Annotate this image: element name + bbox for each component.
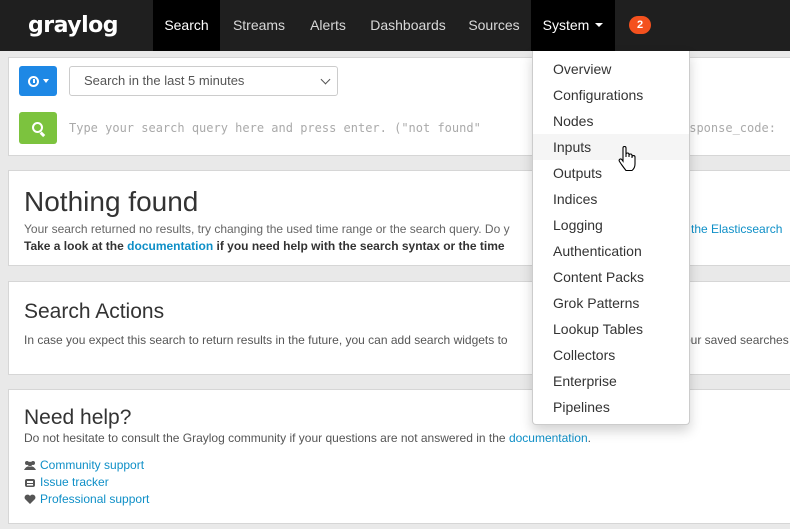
heart-icon (24, 494, 36, 504)
nav-system[interactable]: System (531, 0, 615, 51)
query-placeholder-start: Type your search query here and press en… (69, 121, 481, 135)
notification-badge[interactable]: 2 (629, 16, 651, 34)
time-range-select[interactable]: Search in the last 5 minutes (69, 66, 338, 96)
nav-dashboards[interactable]: Dashboards (362, 0, 454, 51)
menu-item-logging[interactable]: Logging (533, 212, 689, 238)
nav-streams[interactable]: Streams (222, 0, 296, 51)
nothing-found-title: Nothing found (24, 186, 199, 217)
chevron-down-icon (320, 74, 331, 85)
nothing-found-help: Take a look at the documentation if you … (24, 239, 505, 253)
system-dropdown-menu: Overview Configurations Nodes Inputs Out… (532, 51, 690, 425)
bug-icon (25, 478, 35, 487)
need-help-text: Do not hesitate to consult the Graylog c… (24, 431, 591, 445)
issue-tracker-label: Issue tracker (40, 475, 109, 489)
query-placeholder-end: esponse_code: (682, 121, 776, 135)
caret-down-icon (595, 23, 604, 28)
professional-support-link[interactable]: Professional support (24, 492, 149, 506)
elasticsearch-link[interactable]: w the Elasticsearch (679, 222, 782, 236)
hand-cursor-icon (618, 146, 636, 172)
nothing-found-text: Your search returned no results, try cha… (24, 222, 510, 236)
menu-item-configurations[interactable]: Configurations (533, 82, 689, 108)
help-text-a: Take a look at the (24, 239, 128, 253)
menu-item-inputs[interactable]: Inputs (533, 134, 689, 160)
nav-sources[interactable]: Sources (460, 0, 528, 51)
community-support-link[interactable]: Community support (24, 458, 144, 472)
time-range-value: Search in the last 5 minutes (84, 73, 245, 88)
caret-down-icon (42, 79, 49, 83)
users-icon (24, 460, 36, 470)
menu-item-indices[interactable]: Indices (533, 186, 689, 212)
search-icon (31, 121, 43, 133)
search-actions-text: In case you expect this search to return… (24, 333, 508, 347)
nav-search[interactable]: Search (153, 0, 220, 51)
need-help-title: Need help? (24, 406, 132, 429)
need-help-body: Do not hesitate to consult the Graylog c… (24, 431, 509, 445)
search-actions-text-right: our saved searches (684, 333, 789, 347)
menu-item-pipelines[interactable]: Pipelines (533, 394, 689, 420)
menu-item-overview[interactable]: Overview (533, 56, 689, 82)
time-range-type-button[interactable] (19, 66, 57, 96)
logo-text: graylog (28, 12, 119, 38)
clock-icon (27, 75, 39, 87)
community-support-label: Community support (40, 458, 145, 472)
menu-item-content-packs[interactable]: Content Packs (533, 264, 689, 290)
nav-alerts[interactable]: Alerts (300, 0, 356, 51)
menu-item-enterprise[interactable]: Enterprise (533, 368, 689, 394)
search-button[interactable] (19, 112, 57, 144)
documentation-link[interactable]: documentation (127, 239, 213, 253)
need-help-period: . (587, 431, 592, 445)
menu-item-outputs[interactable]: Outputs (533, 160, 689, 186)
menu-item-nodes[interactable]: Nodes (533, 108, 689, 134)
top-navbar: graylog Search Streams Alerts Dashboards… (0, 0, 790, 51)
nav-system-label: System (542, 17, 590, 33)
menu-item-grok-patterns[interactable]: Grok Patterns (533, 290, 689, 316)
graylog-logo[interactable]: graylog (28, 12, 119, 38)
professional-support-label: Professional support (40, 492, 150, 506)
help-text-b: if you need help with the search syntax … (213, 239, 505, 253)
menu-item-authentication[interactable]: Authentication (533, 238, 689, 264)
need-help-documentation-link[interactable]: documentation (509, 431, 588, 445)
search-actions-title: Search Actions (24, 300, 165, 323)
menu-item-lookup-tables[interactable]: Lookup Tables (533, 316, 689, 342)
menu-item-collectors[interactable]: Collectors (533, 342, 689, 368)
issue-tracker-link[interactable]: Issue tracker (24, 475, 109, 489)
